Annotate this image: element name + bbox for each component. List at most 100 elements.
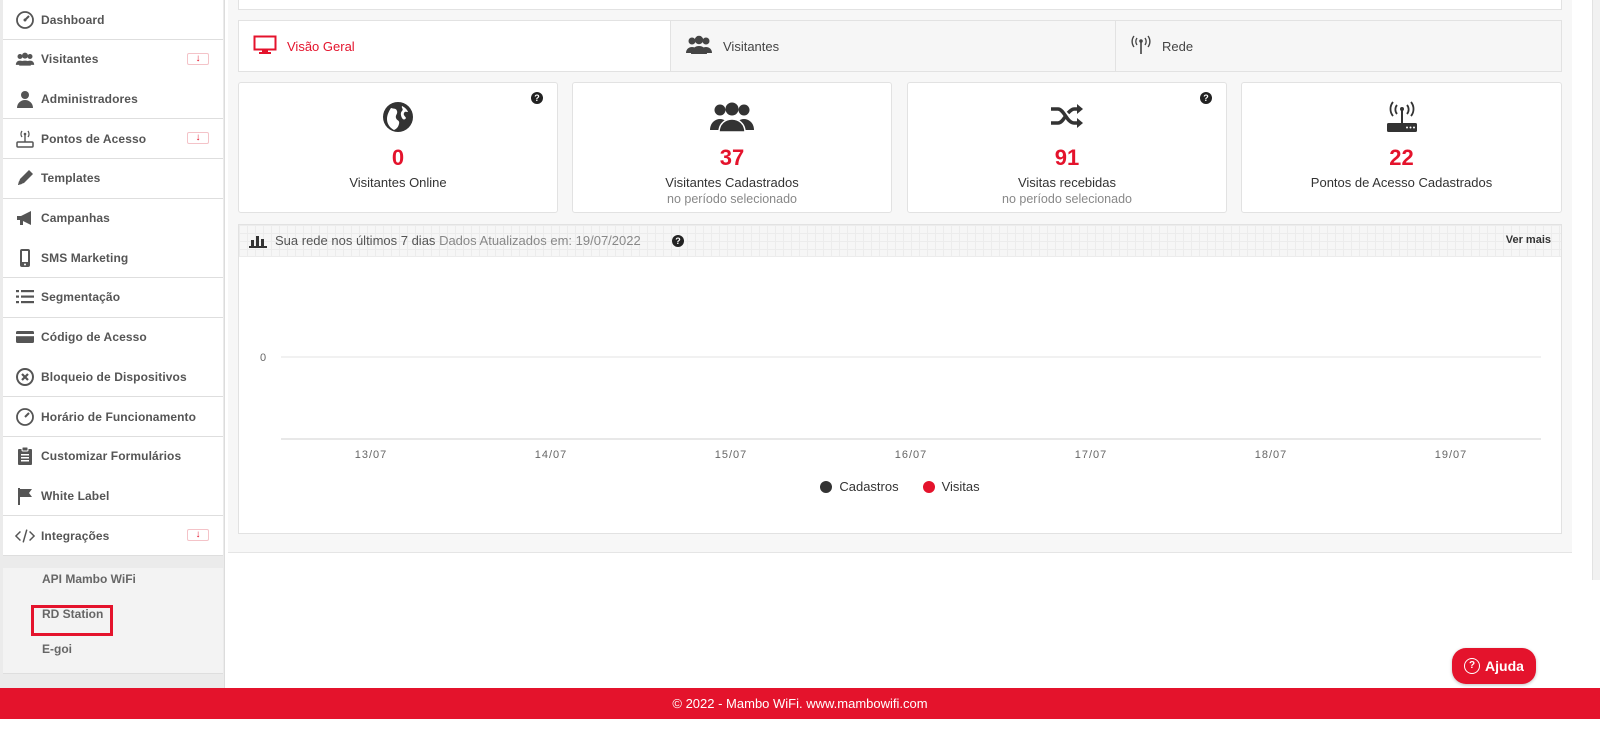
dashboard-panel: Visão Geral Visitantes Rede ? 0 Visitant… xyxy=(228,0,1572,553)
users-icon xyxy=(3,39,39,79)
bottom-strip xyxy=(0,719,1600,732)
y-tick-label: 0 xyxy=(260,352,266,364)
tab-bar: Visão Geral Visitantes Rede xyxy=(238,20,1562,72)
dashboard-icon xyxy=(3,0,39,40)
stat-value: 0 xyxy=(391,145,405,170)
ver-mais-link[interactable]: Ver mais xyxy=(1506,234,1551,246)
sidebar-item-sms-marketing[interactable]: SMS Marketing xyxy=(3,238,223,279)
antenna-icon xyxy=(1130,35,1162,58)
sidebar-item-templates[interactable]: Templates xyxy=(3,158,223,199)
chart-title-text: Sua rede nos últimos 7 dias xyxy=(275,233,436,248)
question-icon: ? xyxy=(1464,658,1481,674)
stat-label: Visitantes Cadastrados xyxy=(665,175,799,190)
active-submenu-highlight xyxy=(31,605,113,636)
submenu-item-api-mambo-wifi[interactable]: API Mambo WiFi xyxy=(42,572,136,586)
legend-item-cadastros[interactable]: Cadastros xyxy=(820,479,899,494)
sidebar-item-customizar-formularios[interactable]: Customizar Formulários xyxy=(3,436,223,477)
sidebar-item-pontos-de-acesso[interactable]: Pontos de Acesso ↓ xyxy=(3,119,223,160)
sidebar-item-label: SMS Marketing xyxy=(41,250,129,265)
flag-icon xyxy=(3,476,39,516)
globe-icon xyxy=(239,101,557,135)
sidebar-item-segmentacao[interactable]: Segmentação xyxy=(3,277,223,318)
sidebar-item-label: Campanhas xyxy=(41,211,110,225)
sidebar-item-administradores[interactable]: Administradores xyxy=(3,79,223,120)
tab-label: Visitantes xyxy=(723,38,780,54)
sidebar-item-integracoes[interactable]: Integrações ↓ xyxy=(3,516,223,557)
users-icon xyxy=(685,35,723,58)
sidebar-item-horario-de-funcionamento[interactable]: Horário de Funcionamento xyxy=(3,397,223,437)
legend-label: Cadastros xyxy=(839,479,899,494)
legend-marker xyxy=(820,480,833,493)
tab-visao-geral[interactable]: Visão Geral xyxy=(239,21,671,71)
router-icon xyxy=(1242,101,1561,135)
stat-value: 37 xyxy=(719,145,745,170)
monitor-icon xyxy=(253,35,287,58)
chart-updated-text: Dados Atualizados em: 19/07/2022 xyxy=(439,233,641,248)
clock-icon xyxy=(3,397,39,437)
sidebar-item-label: Horário de Funcionamento xyxy=(41,409,197,424)
bar-chart-icon xyxy=(249,234,267,253)
sidebar-item-label: Templates xyxy=(41,171,101,186)
x-tick-label: 15/07 xyxy=(715,449,748,461)
sidebar-item-campanhas[interactable]: Campanhas xyxy=(3,198,223,239)
sidebar-item-label: White Label xyxy=(41,488,110,503)
stat-label: Visitas recebidas xyxy=(1017,175,1117,190)
user-icon xyxy=(3,79,39,119)
mobile-icon xyxy=(3,238,39,278)
block-icon xyxy=(3,357,39,397)
stat-sublabel: no período selecionado xyxy=(667,192,797,206)
sidebar-item-label: Administradores xyxy=(41,91,138,106)
x-tick-label: 18/07 xyxy=(1255,449,1288,461)
scrollbar[interactable] xyxy=(1592,0,1600,580)
credit-card-icon xyxy=(3,317,39,357)
tab-rede[interactable]: Rede xyxy=(1116,21,1561,71)
chart-header: Sua rede nos últimos 7 dias Dados Atuali… xyxy=(239,225,1561,257)
legend-marker xyxy=(922,480,935,493)
clipboard-icon xyxy=(3,436,39,476)
main-content: Visão Geral Visitantes Rede ? 0 Visitant… xyxy=(225,0,1600,704)
sidebar-item-label: Segmentação xyxy=(41,290,121,305)
sidebar-item-label: Pontos de Acesso xyxy=(41,131,147,146)
shuffle-icon xyxy=(908,101,1226,135)
arrow-down-icon[interactable]: ↓ xyxy=(187,132,209,145)
chart-title: Sua rede nos últimos 7 dias Dados Atuali… xyxy=(275,233,641,248)
x-tick-label: 14/07 xyxy=(535,449,568,461)
sidebar: Dashboard Visitantes ↓ Administradores Ponto… xyxy=(0,0,225,704)
router-icon xyxy=(3,119,39,159)
legend-label: Visitas xyxy=(941,479,980,494)
sidebar-item-dashboard[interactable]: Dashboard xyxy=(3,0,223,40)
footer: © 2022 - Mambo WiFi. www.mambowifi.com xyxy=(0,688,1600,719)
stat-value: 22 xyxy=(1389,145,1414,170)
x-tick-label: 17/07 xyxy=(1075,449,1108,461)
sidebar-item-label: Integrações xyxy=(41,528,110,543)
tab-label: Visão Geral xyxy=(287,38,355,54)
megaphone-icon xyxy=(3,198,39,238)
tab-label: Rede xyxy=(1162,38,1194,54)
line-chart: 0 13/07 14/07 15/07 16/07 17/07 18/07 19/07 xyxy=(260,352,1541,461)
arrow-down-icon[interactable]: ↓ xyxy=(187,529,209,542)
sidebar-item-white-label[interactable]: White Label xyxy=(3,476,223,517)
code-icon xyxy=(3,516,39,556)
stat-label: Pontos de Acesso Cadastrados xyxy=(1310,175,1493,190)
legend-item-visitas[interactable]: Visitas xyxy=(922,479,980,494)
users-icon xyxy=(573,101,891,135)
submenu-item-e-goi[interactable]: E-goi xyxy=(42,642,72,656)
pencil-icon xyxy=(3,158,39,198)
sidebar-item-label: Visitantes xyxy=(41,52,99,67)
help-button[interactable]: ? Ajuda xyxy=(1452,648,1536,684)
sidebar-item-codigo-de-acesso[interactable]: Código de Acesso xyxy=(3,317,223,358)
tab-visitantes[interactable]: Visitantes xyxy=(671,21,1116,71)
help-button-label: Ajuda xyxy=(1485,658,1524,674)
stat-sublabel: no período selecionado xyxy=(1002,192,1132,206)
help-icon[interactable]: ? xyxy=(672,235,684,247)
arrow-down-icon[interactable]: ↓ xyxy=(187,52,209,65)
stat-card-visitas-recebidas: ? 91 Visitas recebidas no período seleci… xyxy=(907,82,1227,213)
x-tick-label: 19/07 xyxy=(1435,449,1468,461)
stat-value: 91 xyxy=(1054,145,1080,170)
sidebar-item-bloqueio-de-dispositivos[interactable]: Bloqueio de Dispositivos xyxy=(3,357,223,398)
sidebar-item-label: Bloqueio de Dispositivos xyxy=(41,369,187,384)
sidebar-item-visitantes[interactable]: Visitantes ↓ xyxy=(3,39,223,80)
chart-legend: Cadastros Visitas xyxy=(239,479,1561,494)
sidebar-item-label: Código de Acesso xyxy=(41,330,147,345)
stat-card-visitantes-cadastrados: 37 Visitantes Cadastrados no período sel… xyxy=(572,82,892,213)
